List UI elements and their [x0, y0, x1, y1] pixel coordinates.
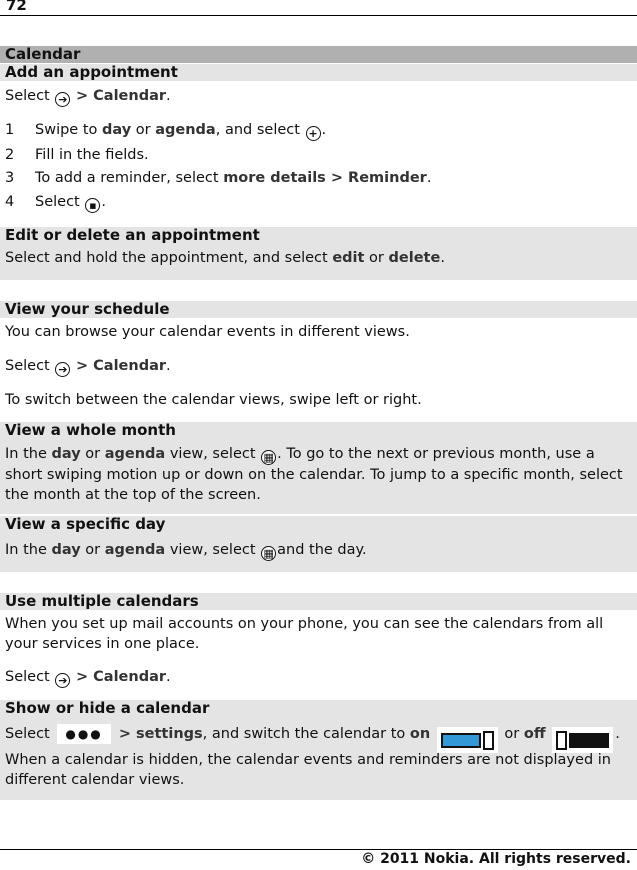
- step-3: 3 To add a reminder, select more details …: [5, 170, 432, 186]
- more-dots-icon: ●●●: [57, 724, 111, 744]
- save-circle-icon: ▪: [85, 198, 101, 213]
- show-hide-note: When a calendar is hidden, the calendar …: [5, 752, 611, 788]
- section-title-add-appointment: Add an appointment: [0, 64, 637, 81]
- edit-delete-text: Select and hold the appointment, and sel…: [5, 250, 445, 266]
- section-title-multiple-calendars: Use multiple calendars: [0, 593, 637, 610]
- header-rule: [0, 15, 637, 16]
- copyright: © 2011 Nokia. All rights reserved.: [361, 851, 631, 867]
- calendar-month-icon: ▦: [261, 450, 277, 465]
- page-number: 72: [6, 0, 27, 14]
- select-calendar-line-2: Select ➔ > Calendar.: [5, 358, 171, 377]
- section-title-whole-month: View a whole month: [5, 421, 176, 439]
- section-title-specific-day: View a specific day: [5, 515, 166, 533]
- schedule-switch-text: To switch between the calendar views, sw…: [5, 392, 422, 408]
- select-calendar-line-3: Select ➔ > Calendar.: [5, 669, 171, 688]
- schedule-intro: You can browse your calendar events in d…: [5, 324, 410, 340]
- whole-month-text: In the day or agenda view, select ▦. To …: [5, 446, 623, 503]
- section-title-show-hide: Show or hide a calendar: [5, 699, 210, 717]
- specific-day-text: In the day or agenda view, select ▦ and t…: [5, 542, 367, 561]
- select-text: Select: [5, 88, 50, 104]
- section-title-edit-delete: Edit or delete an appointment: [5, 226, 260, 244]
- show-hide-instructions: Select ●●● > settings, and switch the ca…: [5, 724, 620, 753]
- step-1: 1 Swipe to day or agenda, and select +.: [5, 122, 327, 141]
- footer-rule: [0, 849, 637, 850]
- select-calendar-line: Select ➔ > Calendar.: [5, 88, 171, 107]
- arrow-right-circle-icon: ➔: [55, 362, 71, 377]
- arrow-right-circle-icon: ➔: [55, 673, 71, 688]
- arrow-right-circle-icon: ➔: [55, 92, 71, 107]
- multiple-calendars-intro: When you set up mail accounts on your ph…: [5, 616, 604, 652]
- step-4: 4 Select ▪.: [5, 194, 106, 213]
- plus-circle-icon: +: [305, 126, 321, 141]
- step-2: 2 Fill in the fields.: [5, 147, 149, 163]
- calendar-target: > Calendar: [75, 88, 167, 104]
- section-title-view-schedule: View your schedule: [0, 301, 637, 318]
- chapter-title: Calendar: [0, 46, 637, 63]
- calendar-month-icon: ▦: [261, 546, 277, 561]
